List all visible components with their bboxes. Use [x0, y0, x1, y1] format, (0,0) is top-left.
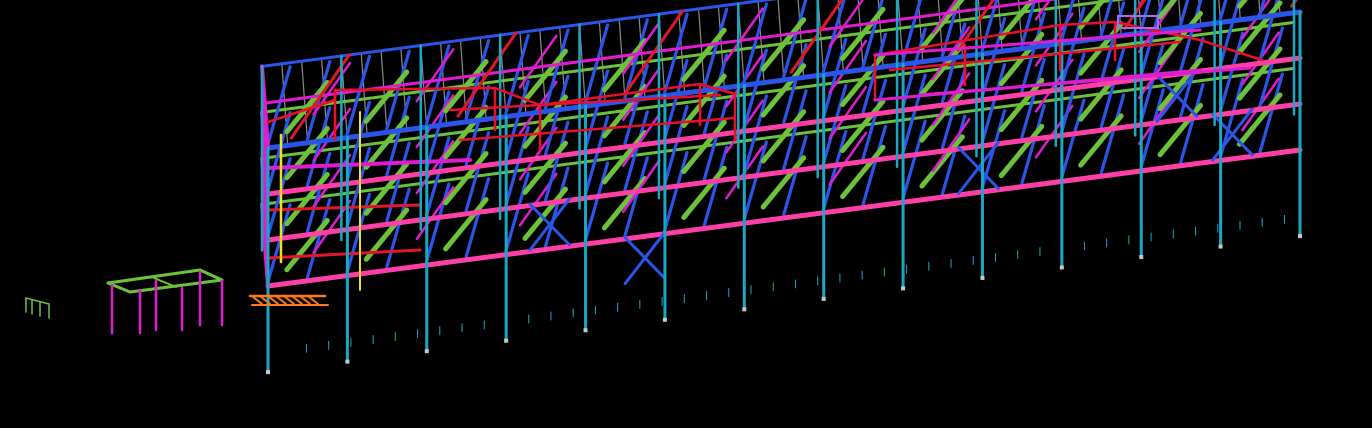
base-plate [504, 338, 509, 343]
base-plates [266, 214, 1302, 375]
magenta-beam [621, 21, 661, 75]
magenta-beam [621, 113, 661, 167]
roof-red-beam [1290, 0, 1298, 8]
brace [623, 236, 667, 280]
base-plate [1298, 234, 1302, 239]
base-plate [980, 275, 985, 280]
base-plate [345, 359, 350, 364]
base-plate [742, 307, 747, 312]
deck-rib [698, 8, 706, 94]
base-plate [821, 296, 826, 301]
deck-rib [301, 60, 309, 146]
floor-beams [260, 0, 1303, 289]
canopy-frame [106, 268, 224, 335]
base-plate [901, 286, 906, 291]
base-plate [1059, 265, 1064, 270]
magenta-beam [621, 159, 661, 213]
detached-element [25, 297, 50, 319]
deck-rib [380, 50, 388, 135]
base-plate [583, 328, 588, 333]
3d-model-viewport[interactable] [0, 0, 1372, 428]
roof-red-beam [956, 0, 995, 52]
base-plate [266, 370, 270, 375]
base-plate [1139, 255, 1144, 260]
back-edge-beam [260, 20, 1296, 160]
base-plate [662, 317, 667, 322]
structural-steel-model[interactable] [0, 0, 1372, 428]
base-plate [1218, 244, 1223, 249]
base-plate [424, 349, 429, 354]
deck-rib [618, 18, 626, 104]
transfer-beam [266, 248, 422, 260]
roof-rail-top-right [1198, 38, 1264, 62]
